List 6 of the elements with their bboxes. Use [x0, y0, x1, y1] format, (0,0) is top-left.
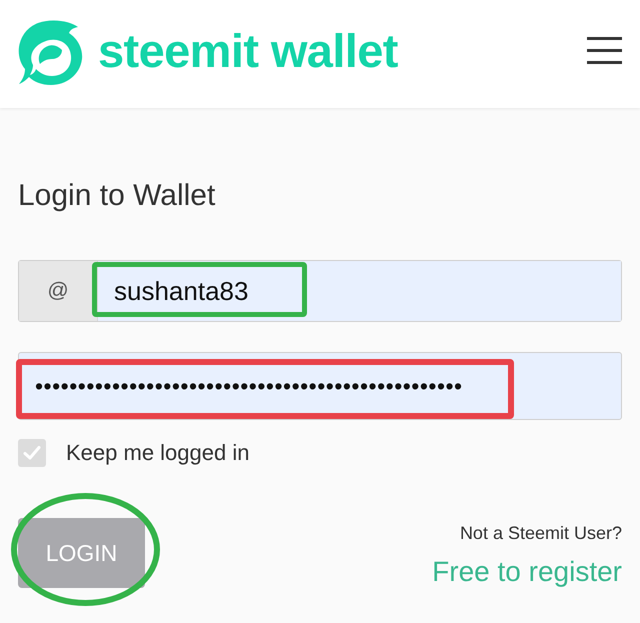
menu-icon[interactable] [587, 36, 622, 64]
logo-icon[interactable] [18, 19, 84, 85]
tick-icon [23, 444, 41, 462]
password-field[interactable]: •••••••••••••••••••••••••••••••••••••••••••••••••• [18, 352, 622, 420]
page-title: Login to Wallet [18, 178, 216, 214]
register-prompt: Not a Steemit User? [460, 523, 622, 544]
